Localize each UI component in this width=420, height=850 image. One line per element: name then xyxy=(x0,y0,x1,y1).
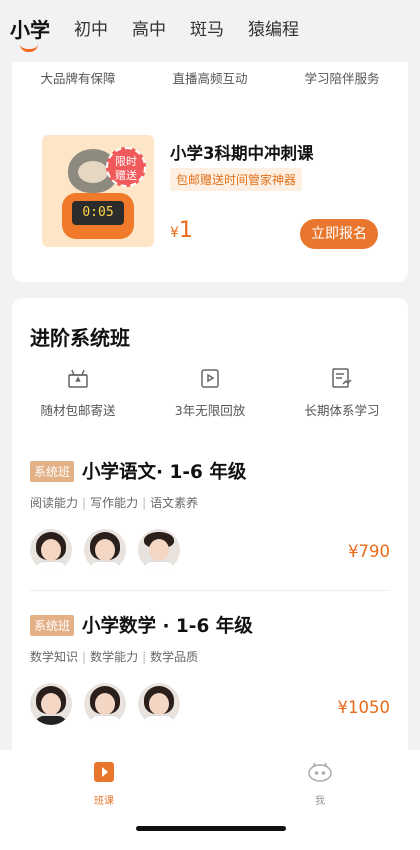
skill-tag: 写作能力 xyxy=(90,496,139,510)
top-tab-bar: 小学 初中 高中 斑马 猿编程 xyxy=(0,0,420,62)
feature-item: 随材包邮寄送 xyxy=(12,366,144,419)
skill-tag: 数学品质 xyxy=(150,650,199,664)
promo-card: 大品牌有保障 直播高频互动 学习陪伴服务 限时 赠送 0:05 小学3科期中冲刺课… xyxy=(12,40,408,282)
tab-zebra[interactable]: 斑马 xyxy=(190,18,224,42)
avatar[interactable] xyxy=(30,683,72,725)
course-item-chinese[interactable]: 系统班 小学语文· 1-6 年级 阅读能力 | 写作能力 | 语文素养 ¥790 xyxy=(30,458,390,571)
avatar[interactable] xyxy=(84,683,126,725)
course-price: ¥790 xyxy=(348,542,390,561)
feature-label: 随材包邮寄送 xyxy=(40,403,116,418)
divider xyxy=(30,590,390,591)
feature-item: 长期体系学习 xyxy=(276,366,408,419)
promo-price: ¥1 xyxy=(170,218,193,243)
bottom-nav: 班课 我 xyxy=(0,750,420,850)
replay-icon xyxy=(201,369,219,388)
benefit-item: 大品牌有保障 xyxy=(40,71,116,86)
course-title: 小学语文· 1-6 年级 xyxy=(82,462,247,483)
promo-image[interactable]: 限时 赠送 0:05 xyxy=(42,135,154,247)
tab-yuan-coding[interactable]: 猿编程 xyxy=(248,18,299,42)
avatar[interactable] xyxy=(138,529,180,571)
promo-subtitle: 包邮赠送时间管家神器 xyxy=(170,168,303,191)
features-row: 随材包邮寄送 3年无限回放 长期体系学习 xyxy=(12,366,408,419)
nav-label: 我 xyxy=(315,796,325,807)
course-skills: 数学知识 | 数学能力 | 数学品质 xyxy=(30,650,199,664)
system-class-card: 进阶系统班 随材包邮寄送 3年无限回放 长期体系学习 系统班 小学语文· 1-6… xyxy=(12,298,408,758)
feature-item: 3年无限回放 xyxy=(144,366,276,419)
teacher-avatars xyxy=(30,683,390,725)
course-tag: 系统班 xyxy=(30,614,75,636)
tab-label: 斑马 xyxy=(190,20,224,40)
profile-icon xyxy=(308,762,332,782)
limited-gift-badge: 限时 赠送 xyxy=(106,147,146,187)
study-chart-icon xyxy=(332,368,352,388)
benefit-item: 学习陪伴服务 xyxy=(304,71,380,86)
price-value: 1 xyxy=(178,218,193,243)
mascot-face xyxy=(78,161,108,183)
skill-tag: 阅读能力 xyxy=(30,496,79,510)
clock-icon: 0:05 xyxy=(62,193,134,239)
nav-item-classes[interactable]: 班课 xyxy=(74,760,134,807)
clock-display: 0:05 xyxy=(72,201,124,225)
promo-title[interactable]: 小学3科期中冲刺课 xyxy=(170,140,313,164)
tab-label: 高中 xyxy=(132,20,166,40)
section-title: 进阶系统班 xyxy=(30,326,130,350)
teacher-avatars xyxy=(30,529,390,571)
gift-box-icon xyxy=(68,369,88,388)
avatar[interactable] xyxy=(30,529,72,571)
course-price: ¥1050 xyxy=(337,698,391,717)
benefit-item: 直播高频互动 xyxy=(172,71,248,86)
course-tag: 系统班 xyxy=(30,460,75,482)
course-title: 小学数学 · 1-6 年级 xyxy=(82,616,253,637)
tab-label: 猿编程 xyxy=(248,20,299,40)
skill-tag: 数学知识 xyxy=(30,650,79,664)
skill-tag: 数学能力 xyxy=(90,650,139,664)
nav-label: 班课 xyxy=(94,796,114,807)
feature-label: 3年无限回放 xyxy=(174,403,246,418)
avatar[interactable] xyxy=(138,683,180,725)
course-item-math[interactable]: 系统班 小学数学 · 1-6 年级 数学知识 | 数学能力 | 数学品质 ¥1050 xyxy=(30,612,390,725)
tab-label: 小学 xyxy=(10,18,50,42)
enroll-now-button[interactable]: 立即报名 xyxy=(300,219,378,249)
play-class-icon xyxy=(94,762,114,782)
feature-label: 长期体系学习 xyxy=(304,403,380,418)
avatar[interactable] xyxy=(84,529,126,571)
currency-symbol: ¥ xyxy=(170,225,179,241)
tab-senior-high[interactable]: 高中 xyxy=(132,18,166,42)
nav-item-me[interactable]: 我 xyxy=(290,760,350,807)
tab-primary-school[interactable]: 小学 xyxy=(10,18,50,52)
tab-label: 初中 xyxy=(74,20,108,40)
benefits-row: 大品牌有保障 直播高频互动 学习陪伴服务 xyxy=(12,68,408,87)
tab-junior-high[interactable]: 初中 xyxy=(74,18,108,42)
skill-tag: 语文素养 xyxy=(150,496,199,510)
course-skills: 阅读能力 | 写作能力 | 语文素养 xyxy=(30,496,199,510)
active-tab-indicator xyxy=(20,44,38,52)
home-indicator xyxy=(136,826,286,831)
